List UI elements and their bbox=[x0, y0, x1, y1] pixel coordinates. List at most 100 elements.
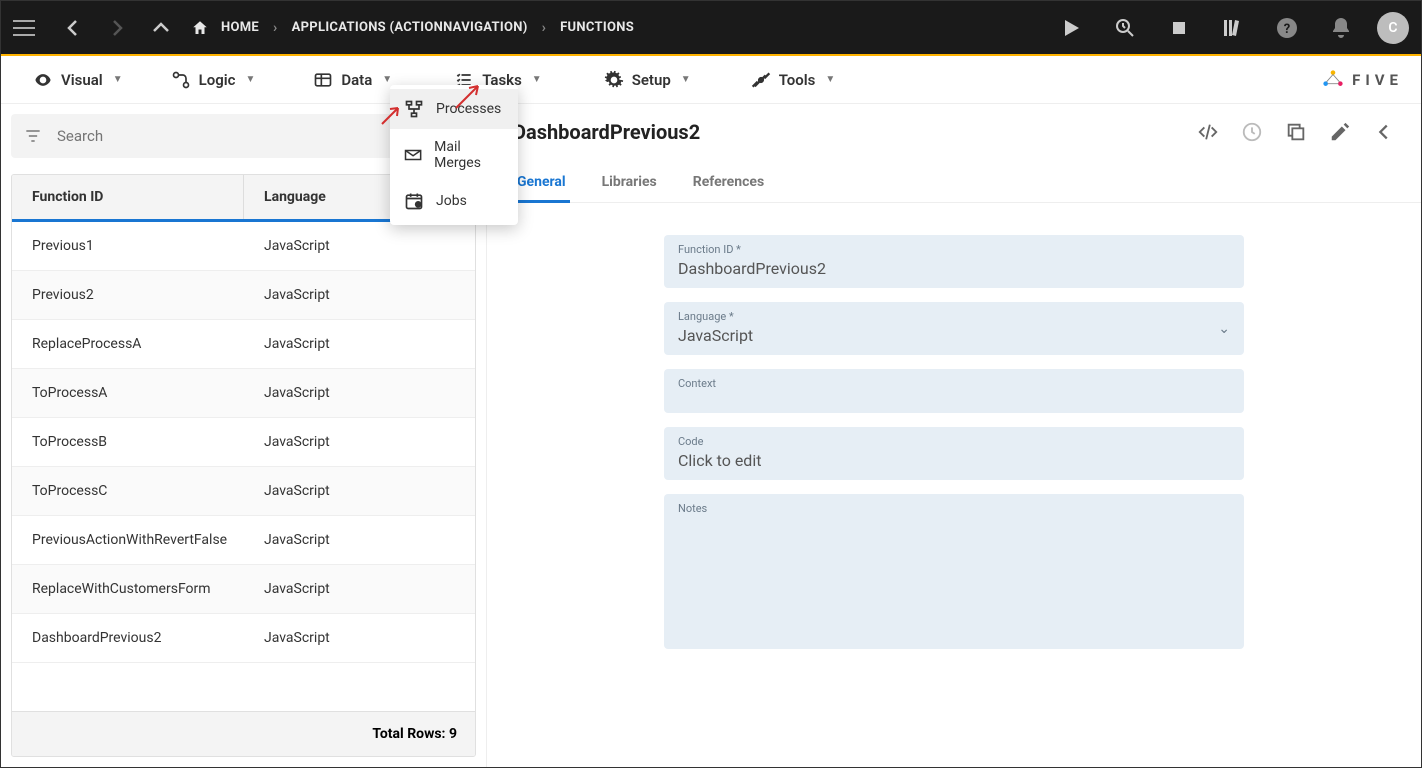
avatar[interactable]: C bbox=[1377, 12, 1409, 44]
field-context[interactable]: Context bbox=[664, 369, 1244, 413]
detail-actions bbox=[1197, 121, 1395, 143]
menubar: Visual▼ Logic▼ Data▼ Tasks▼ Setup▼ Tools… bbox=[1, 56, 1421, 104]
cell-language: JavaScript bbox=[244, 467, 475, 515]
menu-label: Logic bbox=[199, 71, 236, 89]
edit-icon[interactable] bbox=[1329, 121, 1351, 143]
tab-references[interactable]: References bbox=[689, 162, 768, 202]
detail-header: DashboardPrevious2 bbox=[487, 104, 1421, 144]
menu-label: Tools bbox=[779, 71, 816, 89]
table-body: Previous1JavaScriptPrevious2JavaScriptRe… bbox=[12, 222, 475, 711]
field-language[interactable]: Language * JavaScript ⌄ bbox=[664, 302, 1244, 355]
cell-language: JavaScript bbox=[244, 222, 475, 270]
menu-setup[interactable]: Setup ▼ bbox=[590, 64, 705, 96]
logo-text: FIVE bbox=[1352, 71, 1403, 89]
table-row[interactable]: ToProcessAJavaScript bbox=[12, 369, 475, 418]
field-function-id[interactable]: Function ID * DashboardPrevious2 bbox=[664, 235, 1244, 288]
field-value: DashboardPrevious2 bbox=[678, 259, 1230, 278]
home-icon bbox=[191, 19, 209, 37]
table-row[interactable]: DashboardPrevious2JavaScript bbox=[12, 614, 475, 663]
detail-pane: DashboardPrevious2 General Libraries Ref… bbox=[486, 104, 1421, 767]
table-row[interactable]: ToProcessBJavaScript bbox=[12, 418, 475, 467]
menu-label: Visual bbox=[61, 71, 103, 89]
field-label: Notes bbox=[678, 502, 1230, 515]
menu-logic[interactable]: Logic ▼ bbox=[157, 64, 270, 96]
menu-label: Setup bbox=[632, 71, 671, 89]
code-icon[interactable] bbox=[1197, 121, 1219, 143]
tab-libraries[interactable]: Libraries bbox=[598, 162, 661, 202]
cell-language: JavaScript bbox=[244, 320, 475, 368]
topbar: HOME › APPLICATIONS (ACTIONNAVIGATION) ›… bbox=[1, 1, 1421, 54]
filter-icon[interactable] bbox=[23, 126, 43, 146]
chevron-right-icon: › bbox=[542, 20, 547, 36]
chevron-right-icon: › bbox=[273, 20, 278, 36]
flow-icon bbox=[404, 99, 424, 119]
topbar-right: ? C bbox=[1053, 12, 1409, 44]
gear-icon bbox=[604, 70, 624, 90]
cell-language: JavaScript bbox=[244, 418, 475, 466]
field-code[interactable]: Code Click to edit bbox=[664, 427, 1244, 480]
topbar-left: HOME › APPLICATIONS (ACTIONNAVIGATION) ›… bbox=[13, 16, 640, 40]
field-value: JavaScript bbox=[678, 326, 1230, 345]
caret-down-icon: ▼ bbox=[681, 74, 691, 85]
cell-language: JavaScript bbox=[244, 271, 475, 319]
tab-general[interactable]: General bbox=[513, 162, 570, 202]
cell-function-id: PreviousActionWithRevertFalse bbox=[12, 516, 244, 564]
cell-language: JavaScript bbox=[244, 565, 475, 613]
menu-tools[interactable]: Tools▼ bbox=[737, 64, 850, 96]
dropdown-item-mail-merges[interactable]: Mail Merges bbox=[390, 129, 518, 181]
breadcrumb-functions[interactable]: FUNCTIONS bbox=[554, 16, 640, 39]
hamburger-menu-button[interactable] bbox=[13, 20, 35, 36]
caret-down-icon: ▼ bbox=[245, 74, 255, 85]
copy-icon[interactable] bbox=[1285, 121, 1307, 143]
table-row[interactable]: ReplaceWithCustomersFormJavaScript bbox=[12, 565, 475, 614]
eye-icon bbox=[33, 70, 53, 90]
dropdown-item-label: Mail Merges bbox=[434, 139, 504, 171]
cell-language: JavaScript bbox=[244, 369, 475, 417]
back-icon[interactable] bbox=[1373, 121, 1395, 143]
field-notes[interactable]: Notes bbox=[664, 494, 1244, 649]
field-label: Code bbox=[678, 435, 1230, 448]
detail-title: DashboardPrevious2 bbox=[513, 120, 700, 144]
history-icon[interactable] bbox=[1241, 121, 1263, 143]
field-value: Click to edit bbox=[678, 451, 1230, 470]
breadcrumb-applications[interactable]: APPLICATIONS (ACTIONNAVIGATION) bbox=[286, 16, 534, 39]
cell-function-id: ToProcessB bbox=[12, 418, 244, 466]
logic-icon bbox=[171, 70, 191, 90]
inspect-icon[interactable] bbox=[1113, 16, 1137, 40]
table-row[interactable]: ToProcessCJavaScript bbox=[12, 467, 475, 516]
breadcrumb: HOME › APPLICATIONS (ACTIONNAVIGATION) ›… bbox=[191, 16, 640, 39]
caret-down-icon: ▼ bbox=[532, 74, 542, 85]
table-icon bbox=[313, 70, 333, 90]
menu-visual[interactable]: Visual▼ bbox=[19, 64, 137, 96]
nav-up-button[interactable] bbox=[149, 16, 173, 40]
mail-icon bbox=[404, 145, 422, 165]
help-icon[interactable]: ? bbox=[1275, 16, 1299, 40]
dropdown-item-processes[interactable]: Processes bbox=[390, 89, 518, 129]
table-row[interactable]: PreviousActionWithRevertFalseJavaScript bbox=[12, 516, 475, 565]
form-area: Function ID * DashboardPrevious2 Languag… bbox=[487, 203, 1421, 681]
column-header-function-id[interactable]: Function ID bbox=[12, 175, 244, 219]
field-label: Language * bbox=[678, 310, 1230, 323]
chevron-down-icon: ⌄ bbox=[1218, 321, 1230, 337]
breadcrumb-home[interactable]: HOME bbox=[215, 16, 265, 39]
cell-language: JavaScript bbox=[244, 614, 475, 662]
cell-function-id: ReplaceWithCustomersForm bbox=[12, 565, 244, 613]
table-row[interactable]: Previous1JavaScript bbox=[12, 222, 475, 271]
cell-function-id: ToProcessA bbox=[12, 369, 244, 417]
library-icon[interactable] bbox=[1221, 16, 1245, 40]
brand-logo: FIVE bbox=[1322, 69, 1403, 91]
field-label: Context bbox=[678, 377, 1230, 390]
tasks-dropdown: Processes Mail Merges Jobs bbox=[390, 85, 518, 225]
stop-button[interactable] bbox=[1167, 16, 1191, 40]
table-row[interactable]: Previous2JavaScript bbox=[12, 271, 475, 320]
nav-forward-button bbox=[105, 16, 129, 40]
nav-back-button[interactable] bbox=[61, 16, 85, 40]
dropdown-item-jobs[interactable]: Jobs bbox=[390, 181, 518, 221]
main-area: Function ID Language Previous1JavaScript… bbox=[1, 104, 1421, 767]
dropdown-item-label: Processes bbox=[436, 101, 501, 117]
tools-icon bbox=[751, 70, 771, 90]
functions-table: Function ID Language Previous1JavaScript… bbox=[11, 174, 476, 757]
bell-icon[interactable] bbox=[1329, 16, 1353, 40]
run-button[interactable] bbox=[1059, 16, 1083, 40]
table-row[interactable]: ReplaceProcessAJavaScript bbox=[12, 320, 475, 369]
